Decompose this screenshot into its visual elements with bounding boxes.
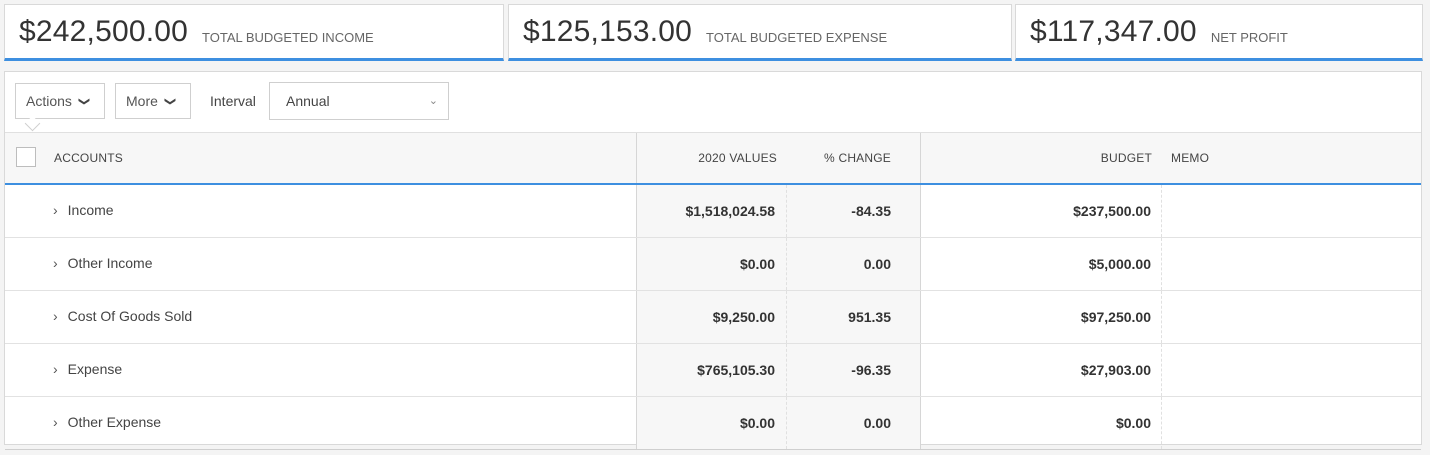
column-divider — [636, 291, 637, 343]
change-cell: 951.35 — [848, 309, 891, 325]
chevron-right-icon[interactable]: › — [53, 255, 58, 271]
budget-table: ACCOUNTS 2020 VALUES % CHANGE BUDGET MEM… — [5, 132, 1421, 450]
actions-label: Actions — [26, 93, 72, 109]
summary-amount: $242,500.00 — [19, 14, 189, 48]
cell-divider — [1161, 344, 1162, 396]
cell-divider — [786, 291, 787, 343]
interval-value: Annual — [286, 93, 330, 109]
cell-divider — [786, 238, 787, 290]
values-cell: $765,105.30 — [697, 362, 775, 378]
change-cell: -96.35 — [851, 362, 891, 378]
budget-panel: Actions ❯ More ❯ Interval Annual ⌄ ACCOU… — [4, 71, 1422, 450]
account-name: Income — [67, 202, 114, 218]
change-cell: 0.00 — [863, 256, 891, 272]
account-name: Cost Of Goods Sold — [67, 308, 193, 324]
summary-card-net-profit: $117,347.00 NET PROFIT — [1015, 4, 1423, 61]
cell-divider — [1161, 238, 1162, 290]
cell-divider — [786, 397, 787, 449]
summary-label: TOTAL BUDGETED INCOME — [202, 30, 374, 45]
chevron-right-icon[interactable]: › — [53, 361, 58, 377]
toolbar: Actions ❯ More ❯ Interval Annual ⌄ — [5, 72, 1421, 132]
column-divider — [920, 133, 921, 183]
column-divider — [636, 238, 637, 290]
summary-amount: $125,153.00 — [523, 14, 693, 48]
account-cell[interactable]: › Other Income — [53, 255, 153, 271]
budget-cell[interactable]: $5,000.00 — [995, 256, 1151, 272]
column-divider — [636, 344, 637, 396]
actions-button[interactable]: Actions ❯ — [15, 83, 105, 119]
values-cell: $9,250.00 — [712, 309, 775, 325]
column-header-budget[interactable]: BUDGET — [1045, 151, 1152, 165]
budget-cell[interactable]: $237,500.00 — [995, 203, 1151, 219]
column-header-2020-values[interactable]: 2020 VALUES — [665, 151, 777, 165]
table-row-other-income[interactable]: › Other Income $0.00 0.00 $5,000.00 — [5, 238, 1421, 291]
cell-divider — [1161, 291, 1162, 343]
chevron-down-icon: ❯ — [164, 96, 177, 106]
values-cell: $0.00 — [739, 256, 775, 272]
more-button[interactable]: More ❯ — [115, 83, 191, 119]
account-name: Expense — [67, 361, 123, 377]
interval-label: Interval — [210, 93, 256, 109]
account-cell[interactable]: › Other Expense — [53, 414, 161, 430]
account-name: Other Income — [67, 255, 153, 271]
cell-divider — [786, 185, 787, 237]
cell-divider — [1161, 397, 1162, 449]
column-divider — [920, 344, 921, 396]
table-row-income[interactable]: › Income $1,518,024.58 -84.35 $237,500.0… — [5, 185, 1421, 238]
select-all-checkbox[interactable] — [16, 147, 36, 167]
budget-cell[interactable]: $97,250.00 — [995, 309, 1151, 325]
summary-label: NET PROFIT — [1210, 30, 1288, 45]
column-divider — [920, 185, 921, 237]
summary-label: TOTAL BUDGETED EXPENSE — [706, 30, 888, 45]
chevron-down-icon: ❯ — [78, 96, 91, 106]
account-cell[interactable]: › Expense — [53, 361, 122, 377]
change-cell: -84.35 — [851, 203, 891, 219]
change-cell: 0.00 — [863, 415, 891, 431]
cell-divider — [1161, 185, 1162, 237]
column-divider — [920, 238, 921, 290]
chevron-right-icon[interactable]: › — [53, 414, 58, 430]
more-label: More — [126, 93, 158, 109]
table-row-other-expense[interactable]: › Other Expense $0.00 0.00 $0.00 — [5, 397, 1421, 450]
values-cell: $0.00 — [739, 415, 775, 431]
account-cell[interactable]: › Income — [53, 202, 114, 218]
table-body: › Income $1,518,024.58 -84.35 $237,500.0… — [5, 185, 1421, 450]
summary-amount: $117,347.00 — [1030, 14, 1197, 48]
budget-cell[interactable]: $27,903.00 — [995, 362, 1151, 378]
summary-card-expense: $125,153.00 TOTAL BUDGETED EXPENSE — [508, 4, 1012, 61]
budget-cell[interactable]: $0.00 — [995, 415, 1151, 431]
account-name: Other Expense — [67, 414, 162, 430]
column-divider — [920, 291, 921, 343]
summary-card-income: $242,500.00 TOTAL BUDGETED INCOME — [4, 4, 504, 61]
caret-down-icon: ⌄ — [428, 95, 438, 107]
chevron-right-icon[interactable]: › — [53, 202, 58, 218]
interval-select[interactable]: Annual ⌄ — [269, 82, 449, 120]
column-divider — [636, 397, 637, 449]
column-header-memo[interactable]: MEMO — [1171, 151, 1209, 165]
column-header-percent-change[interactable]: % CHANGE — [795, 151, 891, 165]
column-header-accounts[interactable]: ACCOUNTS — [54, 151, 123, 165]
account-cell[interactable]: › Cost Of Goods Sold — [53, 308, 192, 324]
values-cell: $1,518,024.58 — [685, 203, 775, 219]
table-header: ACCOUNTS 2020 VALUES % CHANGE BUDGET MEM… — [5, 132, 1421, 185]
chevron-right-icon[interactable]: › — [53, 308, 58, 324]
table-row-expense[interactable]: › Expense $765,105.30 -96.35 $27,903.00 — [5, 344, 1421, 397]
column-divider — [920, 397, 921, 449]
table-row-cost-of-goods-sold[interactable]: › Cost Of Goods Sold $9,250.00 951.35 $9… — [5, 291, 1421, 344]
column-divider — [636, 185, 637, 237]
column-divider — [636, 133, 637, 183]
summary-cards: $242,500.00 TOTAL BUDGETED INCOME $125,1… — [4, 4, 1423, 61]
cell-divider — [786, 344, 787, 396]
